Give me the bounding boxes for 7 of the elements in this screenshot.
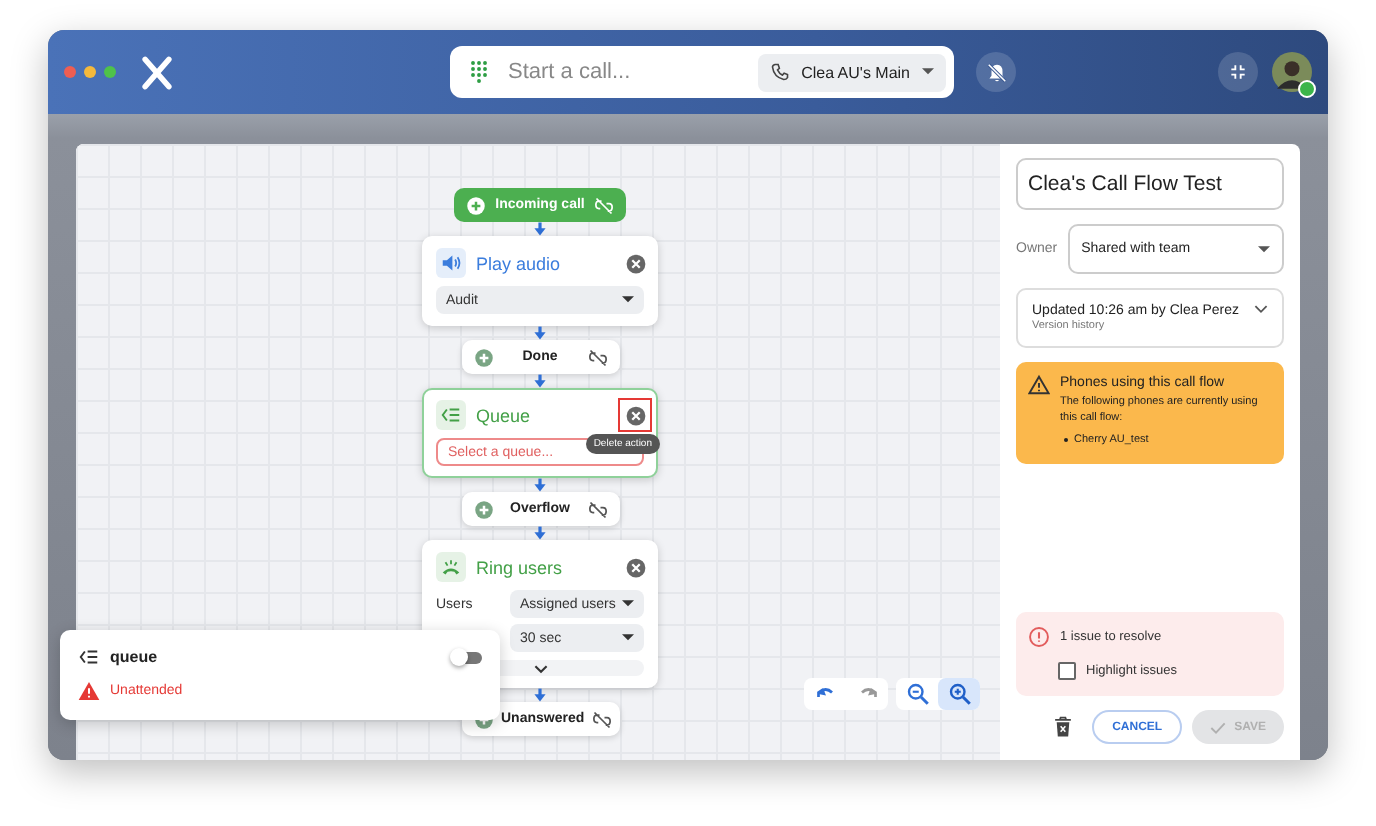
action-title: Queue <box>476 405 533 425</box>
queue-title: queue <box>110 648 160 666</box>
flow-name-field[interactable]: Clea's Call Flow Test <box>1016 158 1284 210</box>
action-title: Ring users <box>476 557 565 577</box>
action-title: Play audio <box>476 253 563 273</box>
line-selector[interactable]: Clea AU's Main <box>757 53 946 91</box>
call-field[interactable]: Start a call... Clea AU's Main <box>450 46 954 98</box>
